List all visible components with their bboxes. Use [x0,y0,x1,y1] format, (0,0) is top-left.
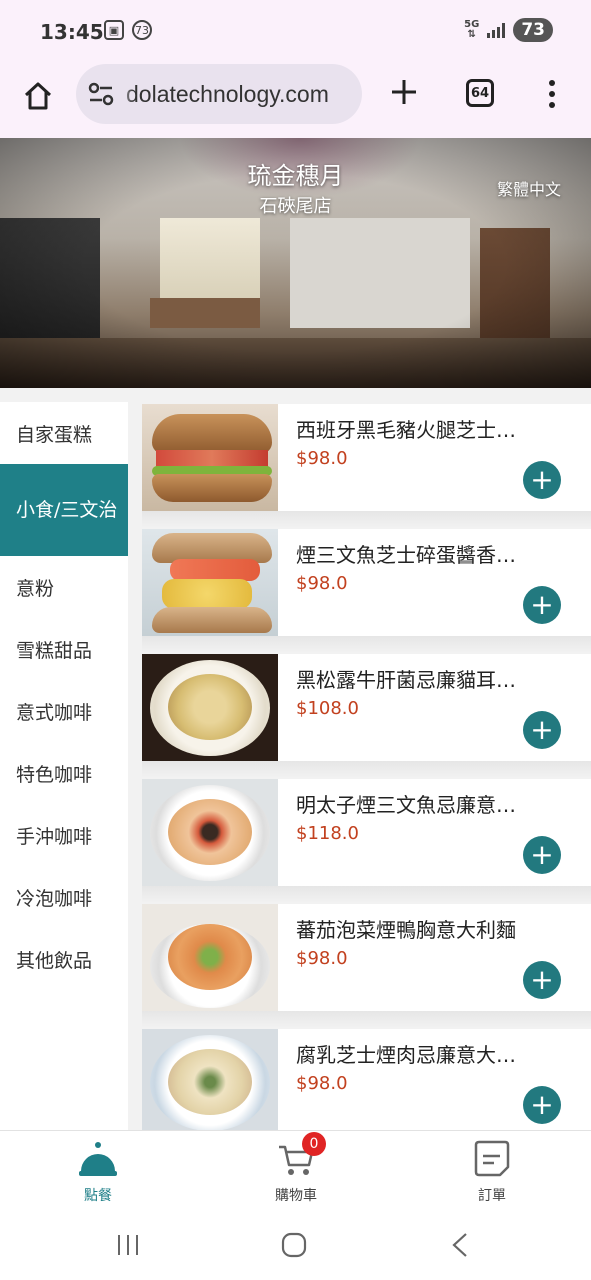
bacon-cream-pasta-image[interactable] [142,1029,278,1130]
menu-item-card[interactable]: 蕃茄泡菜煙鴨胸意大利麵 $98.0 + [142,904,591,1028]
cloche-icon [78,1139,118,1179]
language-switch[interactable]: 繁體中文 [497,176,561,200]
status-bar: 13:45 ▣ 73 5G ⇅ 73 [0,0,591,62]
category-sidebar[interactable]: 自家蛋糕 小食/三文治 意粉 雪糕甜品 意式咖啡 特色咖啡 手沖咖啡 冷泡咖啡 … [0,402,128,1130]
system-navigation-bar [0,1210,591,1280]
new-tab-button[interactable] [386,74,422,110]
menu-item-card[interactable]: 黑松露牛肝菌忌廉貓耳… $108.0 + [142,654,591,778]
store-banner: 琉金穗月 石硤尾店 繁體中文 [0,138,591,388]
add-to-cart-button[interactable]: + [523,836,561,874]
add-to-cart-button[interactable]: + [523,1086,561,1124]
plus-icon [392,80,416,104]
category-item[interactable]: 意粉 [0,556,128,618]
browser-menu-button[interactable] [544,76,560,112]
menu-item-card[interactable]: 煙三文魚芝士碎蛋醬香… $98.0 + [142,529,591,653]
menu-item-name[interactable]: 腐乳芝士煙肉忌廉意大… [296,1039,566,1068]
status-time: 13:45 [40,20,104,44]
add-to-cart-button[interactable]: + [523,711,561,749]
url-fade [116,74,134,114]
notification-icons: ▣ 73 [104,20,152,40]
network-icon: 5G ⇅ [464,19,480,40]
category-item[interactable]: 其他飲品 [0,928,128,990]
ham-sandwich-image[interactable] [142,404,278,511]
more-icon-dot [549,102,555,108]
home-icon [24,82,52,110]
menu-item-name[interactable]: 黑松露牛肝菌忌廉貓耳… [296,664,566,693]
category-item[interactable]: 意式咖啡 [0,680,128,742]
category-item[interactable]: 冷泡咖啡 [0,866,128,928]
nav-cart-label: 購物車 [275,1188,317,1204]
notification-count-icon: 73 [132,20,152,40]
site-settings-icon[interactable] [88,82,114,106]
menu-item-card[interactable]: 明太子煙三文魚忌廉意… $118.0 + [142,779,591,903]
cart-count-badge: 0 [302,1132,326,1156]
tomato-duck-pasta-image[interactable] [142,904,278,1011]
category-item[interactable]: 自家蛋糕 [0,402,128,464]
category-item[interactable]: 手沖咖啡 [0,804,128,866]
menu-item-price: $108.0 [296,698,359,719]
nav-order-label: 點餐 [84,1188,112,1204]
battery-icon: 73 [513,18,553,42]
menu-item-price: $118.0 [296,823,359,844]
recents-button[interactable] [110,1230,146,1260]
more-icon-dot [549,80,555,86]
menu-item-name[interactable]: 明太子煙三文魚忌廉意… [296,789,566,818]
home-nav-button[interactable] [276,1230,312,1260]
screenshot-icon: ▣ [104,20,124,40]
browser-toolbar: dolatechnology.com 64 [0,62,591,138]
system-icons: 5G ⇅ 73 [464,18,553,42]
home-nav-icon [281,1232,307,1258]
bottom-navigation: 點餐 購物車 訂單 [0,1130,591,1210]
nav-order[interactable]: 點餐 [38,1139,158,1205]
menu-item-price: $98.0 [296,573,348,594]
category-item[interactable]: 雪糕甜品 [0,618,128,680]
back-icon [452,1233,467,1257]
menu-item-card[interactable]: 腐乳芝士煙肉忌廉意大… $98.0 + [142,1029,591,1130]
menu-item-price: $98.0 [296,1073,348,1094]
nav-cart[interactable]: 購物車 [236,1139,356,1205]
category-item-active[interactable]: 小食/三文治 [0,464,128,556]
more-icon-dot [549,91,555,97]
menu-item-card[interactable]: 西班牙黑毛豬火腿芝士… $98.0 + [142,404,591,528]
menu-item-price: $98.0 [296,948,348,969]
add-to-cart-button[interactable]: + [523,586,561,624]
receipt-icon [472,1139,512,1179]
back-button[interactable] [442,1230,478,1260]
category-item[interactable]: 特色咖啡 [0,742,128,804]
nav-orders[interactable]: 訂單 [432,1139,552,1205]
salmon-egg-sandwich-image[interactable] [142,529,278,636]
nav-orders-label: 訂單 [478,1188,506,1204]
menu-item-name[interactable]: 煙三文魚芝士碎蛋醬香… [296,539,566,568]
address-bar[interactable]: dolatechnology.com [76,64,362,124]
menu-item-name[interactable]: 西班牙黑毛豬火腿芝士… [296,414,566,443]
home-button[interactable] [18,76,58,116]
mentaiko-pasta-image[interactable] [142,779,278,886]
add-to-cart-button[interactable]: + [523,961,561,999]
truffle-pasta-image[interactable] [142,654,278,761]
url-text[interactable]: dolatechnology.com [126,81,329,108]
tab-switcher-button[interactable]: 64 [466,79,494,107]
menu-item-list[interactable]: 西班牙黑毛豬火腿芝士… $98.0 + 煙三文魚芝士碎蛋醬香… $98.0 + [142,404,591,1130]
recents-icon [118,1235,138,1255]
menu-item-price: $98.0 [296,448,348,469]
menu-item-name[interactable]: 蕃茄泡菜煙鴨胸意大利麵 [296,914,566,943]
add-to-cart-button[interactable]: + [523,461,561,499]
signal-icon [487,22,506,38]
menu-content: 自家蛋糕 小食/三文治 意粉 雪糕甜品 意式咖啡 特色咖啡 手沖咖啡 冷泡咖啡 … [0,388,591,1130]
